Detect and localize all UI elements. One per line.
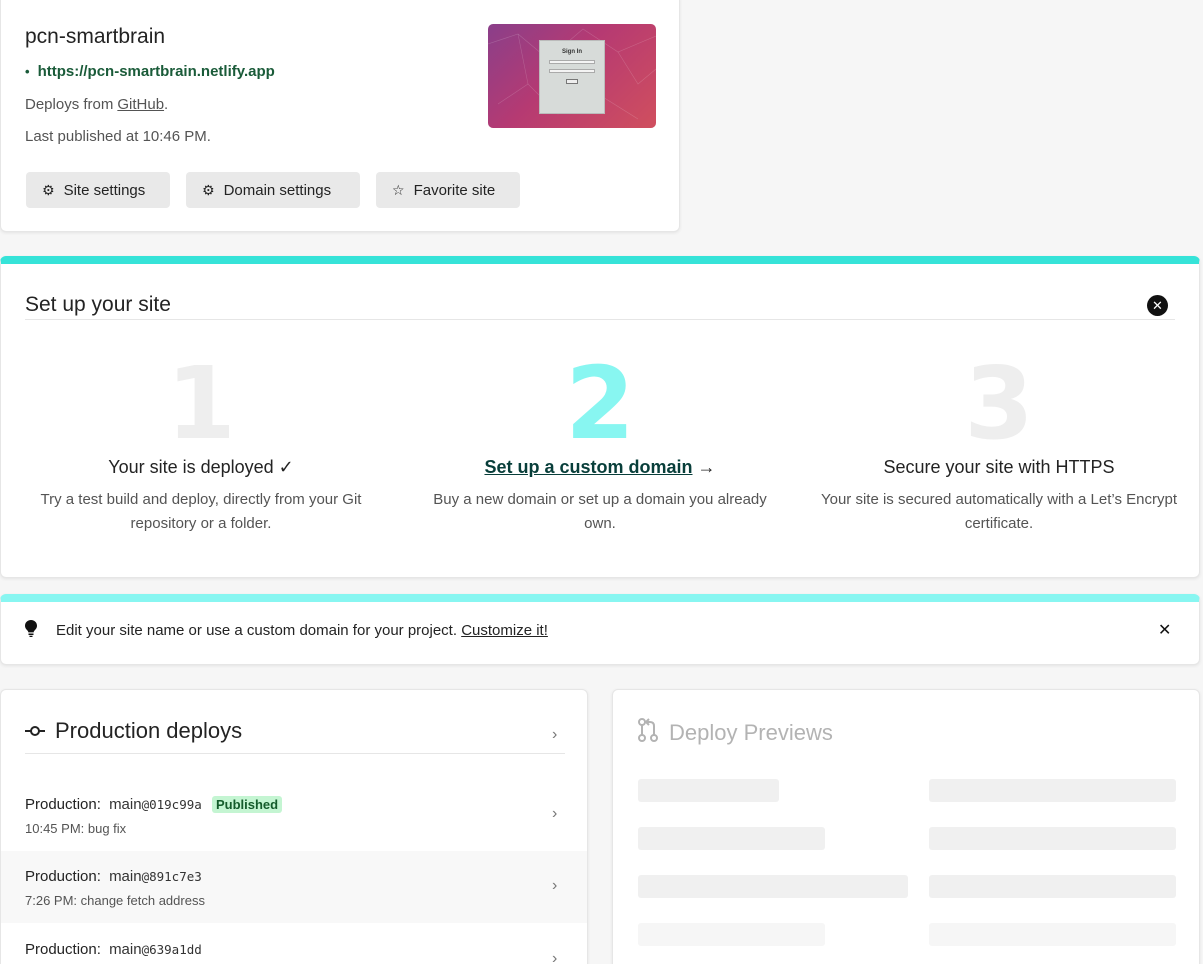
gear-icon: ⚙ <box>42 181 55 198</box>
deploy-ref: main@891c7e3 <box>109 868 202 885</box>
pull-request-icon <box>637 718 659 748</box>
divider <box>25 753 565 754</box>
chevron-right-icon: › <box>552 805 558 822</box>
site-name: pcn-smartbrain <box>25 25 166 48</box>
step-heading: Secure your site with HTTPS <box>883 457 1115 477</box>
production-deploys-title: Production deploys <box>55 718 243 743</box>
gear-icon: ⚙ <box>202 181 215 198</box>
setup-title: Set up your site <box>25 293 171 316</box>
domain-settings-label: Domain settings <box>223 181 332 199</box>
step-heading: Your site is deployed ✓ <box>108 457 294 477</box>
deploy-message: 7:26 PM: change fetch address <box>25 893 205 908</box>
chevron-right-icon: › <box>552 950 558 964</box>
deploy-context: Production: main@019c99a Published <box>25 796 283 813</box>
last-published: Last published at 10:46 PM. <box>25 128 211 145</box>
custom-domain-link[interactable]: Set up a custom domain <box>484 457 692 477</box>
deploy-branch: main <box>109 868 142 885</box>
site-url-link[interactable]: • https://pcn-smartbrain.netlify.app <box>25 63 275 80</box>
site-url-text[interactable]: https://pcn-smartbrain.netlify.app <box>38 63 275 80</box>
production-deploys-header[interactable]: Production deploys <box>25 718 242 744</box>
deploy-context: Production: main@639a1dd <box>25 941 202 958</box>
site-settings-label: Site settings <box>63 181 146 199</box>
deploy-branch: main <box>109 941 142 958</box>
site-settings-button[interactable]: ⚙ Site settings <box>26 172 170 208</box>
favorite-site-button[interactable]: ☆ Favorite site <box>376 172 520 208</box>
deploy-context-label: Production: <box>25 941 101 958</box>
setup-step-2: 2 Set up a custom domain → Buy a new dom… <box>400 354 800 536</box>
github-link[interactable]: GitHub <box>117 96 164 113</box>
deploys-from-prefix: Deploys from <box>25 96 114 113</box>
deploy-previews-header[interactable]: Deploy Previews <box>637 718 833 748</box>
deploy-ref: main@639a1dd <box>109 941 202 958</box>
thumbnail-field <box>549 60 595 64</box>
deploy-commit: @891c7e3 <box>141 869 202 884</box>
deploys-from-suffix: . <box>164 96 169 113</box>
customize-link[interactable]: Customize it! <box>461 622 548 639</box>
arrow-right-icon: → <box>692 457 716 477</box>
favorite-site-label: Favorite site <box>413 181 496 199</box>
setup-step-1: 1 Your site is deployed ✓ Try a test bui… <box>1 354 401 536</box>
tip-message: Edit your site name or use a custom doma… <box>56 622 458 639</box>
commit-icon <box>25 720 45 743</box>
deploys-from: Deploys from GitHub. <box>25 96 168 113</box>
site-overview-card: pcn-smartbrain • https://pcn-smartbrain.n… <box>0 0 680 232</box>
lightbulb-icon <box>25 620 37 642</box>
tip-banner: Edit your site name or use a custom doma… <box>0 594 1200 665</box>
deploy-previews-title: Deploy Previews <box>669 720 833 745</box>
close-icon[interactable]: ✕ <box>1158 620 1171 640</box>
loading-placeholder <box>638 827 825 850</box>
deploy-row[interactable]: Production: main@639a1dd › <box>1 924 587 964</box>
step-description: Buy a new domain or set up a domain you … <box>433 491 767 532</box>
deploy-row[interactable]: Production: main@019c99a Published 10:45… <box>1 779 587 851</box>
step-heading: Set up a custom domain → <box>400 457 800 478</box>
tip-text: Edit your site name or use a custom doma… <box>56 622 548 639</box>
step-description: Try a test build and deploy, directly fr… <box>40 491 362 532</box>
loading-placeholder <box>929 923 1176 946</box>
step-description: Your site is secured automatically with … <box>820 491 1177 532</box>
domain-settings-button[interactable]: ⚙ Domain settings <box>186 172 360 208</box>
step-number: 2 <box>565 345 635 462</box>
loading-placeholder <box>638 875 908 898</box>
deploy-previews-card: Deploy Previews <box>612 689 1200 964</box>
deploy-message: 10:45 PM: bug fix <box>25 821 127 836</box>
loading-placeholder <box>638 779 779 802</box>
close-circle-icon[interactable]: ✕ <box>1147 295 1168 316</box>
setup-site-card: Set up your site ✕ 1 Your site is deploy… <box>0 256 1200 578</box>
thumbnail-signin-form: Sign In <box>539 40 605 114</box>
divider <box>25 319 1175 320</box>
deploy-context: Production: main@891c7e3 <box>25 868 202 885</box>
deploy-ref: main@019c99a <box>109 796 202 813</box>
setup-step-3: 3 Secure your site with HTTPS Your site … <box>799 354 1199 536</box>
loading-placeholder <box>638 923 825 946</box>
deploy-commit: @019c99a <box>141 797 202 812</box>
step-number: 3 <box>964 345 1034 462</box>
production-deploys-card: Production deploys › Production: main@01… <box>0 689 588 964</box>
thumbnail-title: Sign In <box>562 49 582 55</box>
deploy-branch: main <box>109 796 142 813</box>
deploy-context-label: Production: <box>25 868 101 885</box>
step-number: 1 <box>166 345 236 462</box>
loading-placeholder <box>929 875 1176 898</box>
deploy-context-label: Production: <box>25 796 101 813</box>
site-screenshot-thumbnail[interactable]: Sign In <box>488 24 656 128</box>
thumbnail-field <box>549 69 595 73</box>
star-icon: ☆ <box>392 181 405 198</box>
url-bullet: • <box>25 64 30 79</box>
status-badge: Published <box>211 796 283 813</box>
thumbnail-button <box>566 79 578 84</box>
chevron-right-icon: › <box>552 877 558 894</box>
chevron-right-icon[interactable]: › <box>552 726 557 744</box>
loading-placeholder <box>929 779 1176 802</box>
loading-placeholder <box>929 827 1176 850</box>
deploy-commit: @639a1dd <box>141 942 202 957</box>
deploy-row[interactable]: Production: main@891c7e3 7:26 PM: change… <box>1 851 587 923</box>
